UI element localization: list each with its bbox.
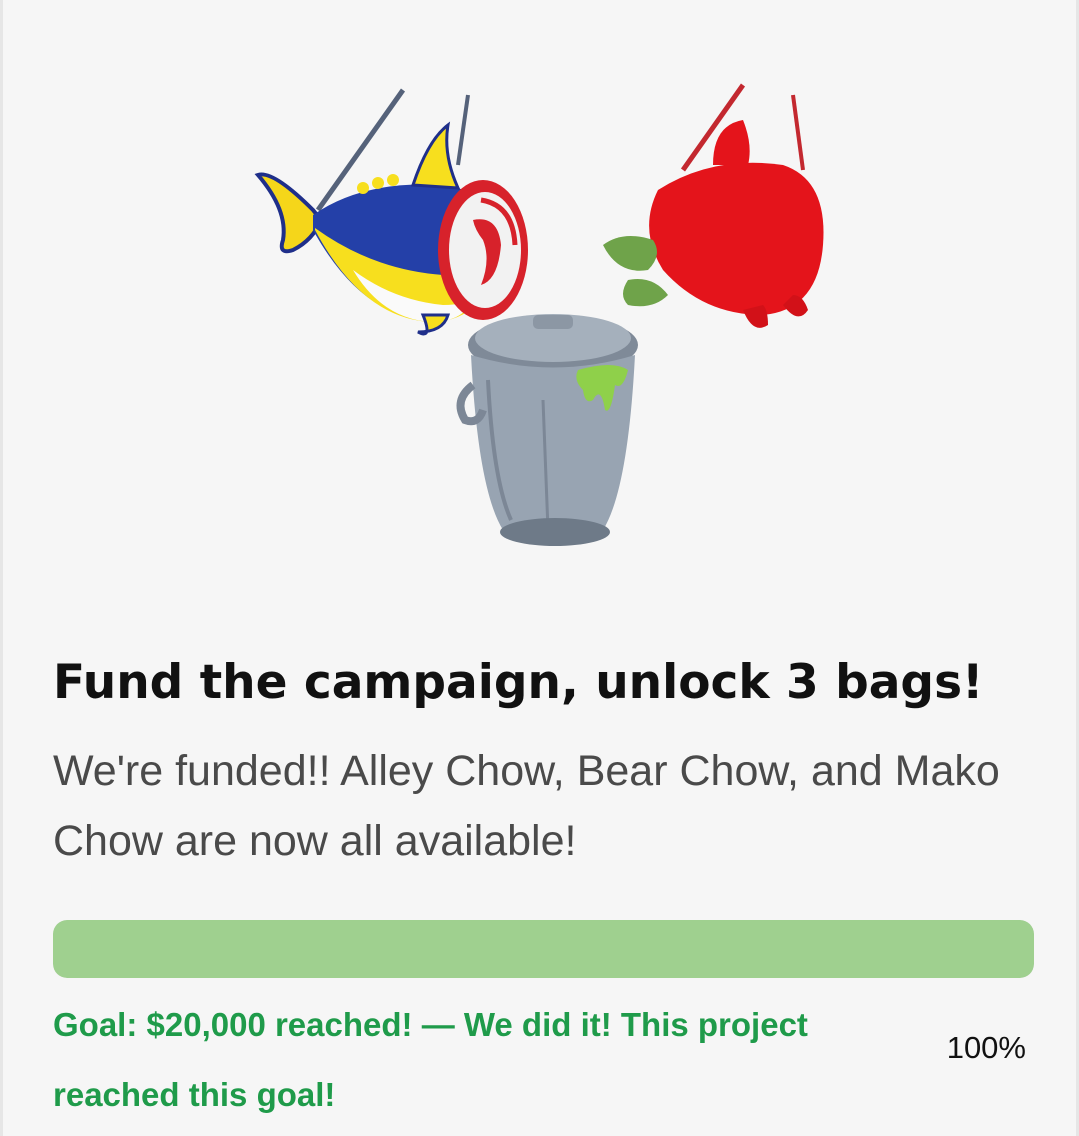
funding-progress-fill	[53, 920, 1034, 978]
bags-product-image	[254, 83, 824, 546]
progress-percent-label: 100%	[946, 1030, 1026, 1065]
tuna-fish-bag-icon	[254, 88, 528, 336]
campaign-card: Fund the campaign, unlock 3 bags! We're …	[0, 0, 1079, 1136]
red-fish-bag-icon	[603, 83, 824, 328]
campaign-description: We're funded!! Alley Chow, Bear Chow, an…	[53, 747, 1000, 865]
trash-can-bag-icon	[456, 314, 638, 546]
goal-status-text: Goal: $20,000 reached! — We did it! This…	[53, 1006, 808, 1113]
funding-progress-bar	[53, 920, 1034, 978]
campaign-title: Fund the campaign, unlock 3 bags!	[53, 655, 984, 710]
